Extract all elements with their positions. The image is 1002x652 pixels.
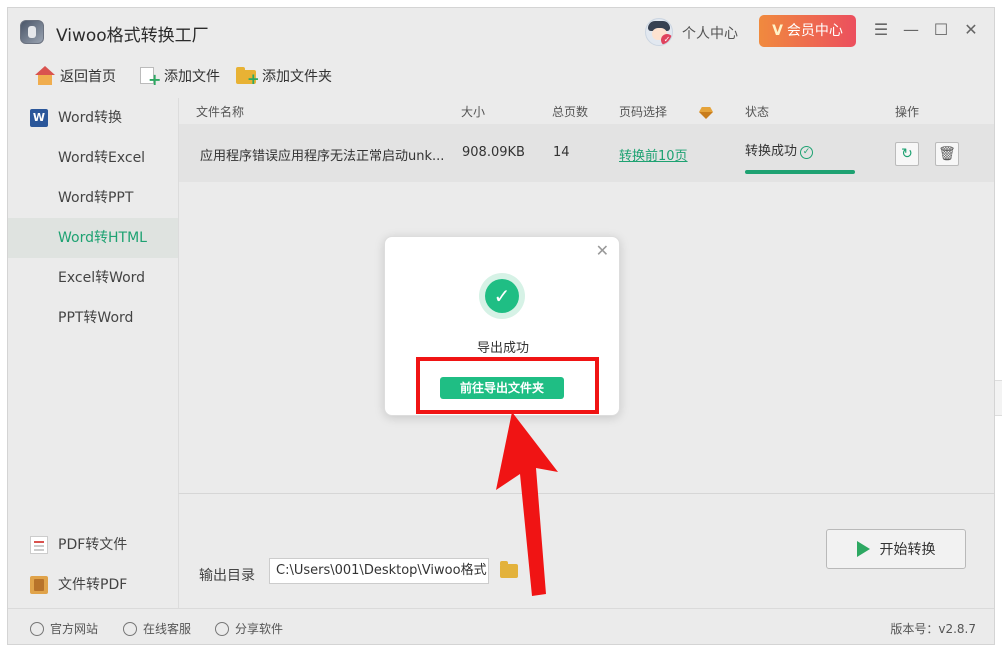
menu-icon[interactable]: ☰	[871, 20, 891, 40]
maximize-icon[interactable]: ☐	[931, 20, 951, 40]
official-website-link[interactable]: 官方网站	[30, 620, 98, 637]
output-path-field[interactable]: C:\Users\001\Desktop\Viwoo格式 •••	[269, 558, 489, 584]
sidebar-item-pdf-to-file[interactable]: PDF转文件	[8, 525, 178, 565]
sidebar-item-word-to-excel[interactable]: Word转Excel	[8, 138, 178, 178]
file-to-pdf-icon	[30, 576, 48, 594]
vip-mark-icon: V	[772, 23, 783, 39]
share-software-link[interactable]: 分享软件	[215, 620, 283, 637]
reconvert-button[interactable]: ↻	[895, 142, 919, 166]
sidebar-item-label: PPT转Word	[58, 310, 134, 326]
sidebar-item-ppt-to-word[interactable]: PPT转Word	[8, 298, 178, 338]
status-cell: 转换成功 ✓	[745, 140, 814, 159]
headset-icon	[123, 621, 137, 636]
sidebar-item-file-to-pdf[interactable]: 文件转PDF	[8, 565, 178, 605]
conversion-progress	[745, 170, 855, 174]
dialog-close-icon[interactable]: ✕	[596, 243, 609, 259]
sidebar-item-word-convert[interactable]: W Word转换	[8, 98, 178, 138]
success-check-icon: ✓	[800, 146, 814, 159]
sidebar-item-label: 文件转PDF	[58, 577, 128, 593]
add-file-icon: +	[138, 66, 161, 88]
sidebar-item-label: Word转Excel	[58, 150, 146, 166]
add-file-label: 添加文件	[164, 69, 220, 85]
close-icon[interactable]: ✕	[961, 20, 981, 40]
sidebar-item-label: Excel转Word	[58, 270, 146, 286]
official-website-label: 官方网站	[50, 622, 99, 636]
app-title: Viwoo格式转换工厂	[56, 26, 209, 46]
toolbar: 返回首页 + 添加文件 + 添加文件夹	[8, 56, 994, 98]
table-row[interactable]: 应用程序错误应用程序无法正常启动unk... 908.09KB 14 转换前10…	[179, 124, 994, 182]
header-status: 状态	[745, 105, 770, 119]
home-button[interactable]: 返回首页	[34, 64, 116, 88]
sidebar-item-label: PDF转文件	[58, 537, 128, 553]
sidebar-item-word-to-ppt[interactable]: Word转PPT	[8, 178, 178, 218]
annotation-arrow-icon	[496, 412, 558, 596]
dialog-message: 导出成功	[476, 341, 529, 356]
vip-badge-icon: ✓	[661, 34, 672, 45]
trash-icon: 🗑	[938, 146, 956, 162]
file-size: 908.09KB	[462, 145, 525, 160]
home-label: 返回首页	[60, 69, 116, 85]
share-icon	[215, 621, 229, 636]
sidebar-item-label: Word转HTML	[58, 230, 147, 246]
add-file-button[interactable]: + 添加文件	[138, 64, 220, 88]
sidebar-item-label: Word转PPT	[58, 190, 134, 206]
sidebar: W Word转换 Word转Excel Word转PPT Word转HTML E…	[8, 98, 178, 608]
check-icon: ✓	[485, 279, 519, 313]
start-convert-button[interactable]: 开始转换	[826, 529, 966, 569]
delete-button[interactable]: 🗑	[935, 142, 959, 166]
word-icon: W	[30, 109, 48, 127]
page-select-link[interactable]: 转换前10页	[619, 145, 688, 164]
output-dir-label: 输出目录	[199, 568, 255, 584]
online-support-label: 在线客服	[143, 622, 192, 636]
file-name: 应用程序错误应用程序无法正常启动unk...	[200, 149, 445, 164]
success-check-badge: ✓	[479, 273, 525, 319]
status-text: 转换成功	[745, 144, 798, 159]
add-folder-button[interactable]: + 添加文件夹	[236, 64, 332, 88]
personal-center-link[interactable]: 个人中心	[682, 23, 738, 43]
page-count: 14	[553, 145, 570, 160]
user-avatar[interactable]: ✓	[645, 18, 673, 46]
sidebar-item-excel-to-word[interactable]: Excel转Word	[8, 258, 178, 298]
header-page-select: 页码选择	[619, 105, 668, 119]
vip-diamond-icon	[699, 107, 713, 119]
header-name: 文件名称	[196, 105, 245, 119]
vip-center-button[interactable]: V 会员中心	[759, 15, 856, 47]
globe-icon	[30, 621, 44, 636]
annotation-highlight-box	[416, 357, 599, 414]
share-software-label: 分享软件	[235, 622, 284, 636]
header-pages: 总页数	[552, 105, 589, 119]
status-bar: 官方网站 在线客服 分享软件 版本号：v2.8.7	[8, 608, 994, 644]
background-window-strip	[994, 380, 1002, 416]
version-label: 版本号：v2.8.7	[890, 622, 976, 636]
minimize-icon[interactable]: —	[901, 20, 921, 40]
add-folder-label: 添加文件夹	[262, 69, 332, 85]
header-size: 大小	[461, 105, 486, 119]
progress-fill	[745, 170, 855, 174]
title-bar: Viwoo格式转换工厂 ✓ 个人中心 V 会员中心 ☰ — ☐ ✕	[8, 8, 994, 56]
online-support-link[interactable]: 在线客服	[123, 620, 191, 637]
start-convert-label: 开始转换	[879, 542, 936, 558]
pdf-file-icon	[30, 536, 48, 554]
header-ops: 操作	[895, 105, 920, 119]
sidebar-item-word-to-html[interactable]: Word转HTML	[8, 218, 178, 258]
output-panel: 输出目录 C:\Users\001\Desktop\Viwoo格式 ••• 开始…	[178, 493, 994, 608]
add-folder-icon: +	[236, 66, 260, 87]
play-icon	[856, 541, 870, 557]
sidebar-item-label: Word转换	[58, 110, 122, 126]
table-header: 文件名称 大小 总页数 页码选择 状态 操作	[179, 98, 994, 124]
home-icon	[34, 66, 56, 86]
vip-center-label: 会员中心	[786, 23, 843, 39]
refresh-icon: ↻	[901, 146, 913, 162]
app-logo-icon	[20, 20, 44, 44]
